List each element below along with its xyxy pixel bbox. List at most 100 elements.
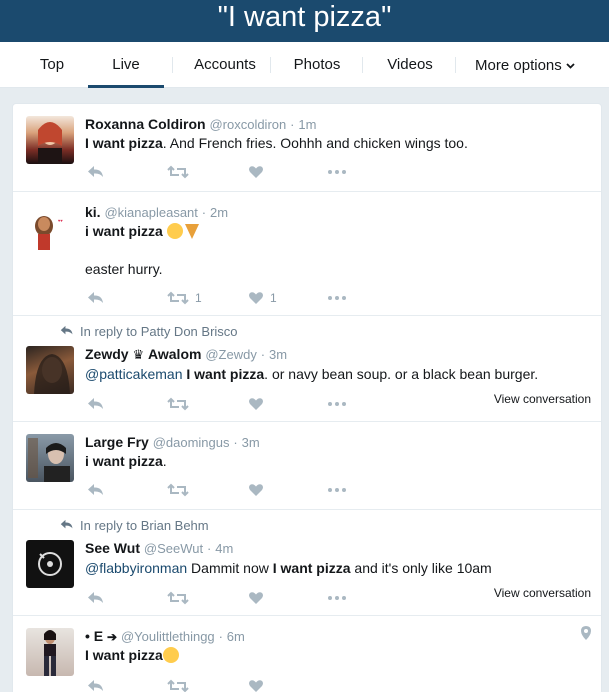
more-icon[interactable]: [327, 588, 347, 606]
avatar[interactable]: [26, 116, 74, 164]
more-icon[interactable]: [327, 480, 347, 498]
like-icon[interactable]: [248, 162, 264, 180]
tab-live[interactable]: Live: [88, 42, 164, 88]
reply-icon: [60, 518, 76, 533]
timestamp[interactable]: 1m: [298, 117, 316, 132]
user-handle[interactable]: @Youlittlethingg: [121, 629, 215, 644]
tweet-header: See Wut @SeeWut · 4m: [85, 540, 233, 556]
location-pin-icon[interactable]: [581, 626, 591, 645]
user-name[interactable]: Zewdy: [85, 346, 129, 362]
timestamp[interactable]: 3m: [269, 347, 287, 362]
user-name-suffix[interactable]: Awalom: [148, 346, 201, 362]
reply-context[interactable]: In reply to Brian Behm: [60, 518, 209, 533]
avatar[interactable]: [26, 628, 74, 676]
timestamp[interactable]: 6m: [227, 629, 245, 644]
user-name[interactable]: Large Fry: [85, 434, 149, 450]
user-name[interactable]: Roxanna Coldiron: [85, 116, 206, 132]
user-name[interactable]: See Wut: [85, 540, 140, 556]
avatar[interactable]: [26, 434, 74, 482]
more-icon[interactable]: [327, 162, 347, 180]
avatar[interactable]: [26, 346, 74, 394]
reply-icon[interactable]: [87, 676, 105, 692]
tab-divider: [270, 57, 271, 73]
tab-accounts[interactable]: Accounts: [180, 42, 270, 88]
tweet[interactable]: In reply to Patty Don Brisco Zewdy ♛ Awa…: [13, 316, 601, 422]
tweet-text: @patticakeman I want pizza. or navy bean…: [85, 365, 538, 384]
tweet-text-pre: Dammit now: [191, 560, 269, 576]
reply-icon[interactable]: [87, 588, 105, 606]
search-title: "I want pizza": [217, 1, 392, 33]
retweet-icon[interactable]: [167, 394, 189, 412]
view-conversation-link[interactable]: View conversation: [494, 392, 591, 406]
tweet[interactable]: Large Fry @daomingus · 3m i want pizza.: [13, 422, 601, 510]
retweet-icon[interactable]: [167, 588, 189, 606]
tweet-text-rest: and it's only like 10am: [354, 560, 492, 576]
separator-dot: ·: [201, 205, 207, 220]
tab-photos[interactable]: Photos: [278, 42, 356, 88]
tweet-actions: [85, 162, 385, 182]
tweet-actions: 1 1: [85, 288, 385, 308]
reply-icon[interactable]: [87, 480, 105, 498]
tab-top[interactable]: Top: [24, 42, 80, 88]
tab-divider: [172, 57, 173, 73]
avatar[interactable]: ♥♥: [26, 206, 74, 254]
crown-icon: ♛: [132, 347, 145, 362]
user-handle[interactable]: @kianapleasant: [104, 205, 197, 220]
user-name[interactable]: • E: [85, 628, 103, 644]
reply-context[interactable]: In reply to Patty Don Brisco: [60, 324, 238, 339]
tab-top-label: Top: [39, 56, 65, 73]
more-icon[interactable]: [327, 288, 347, 306]
like-icon[interactable]: [248, 394, 264, 412]
tweet-header: ki. @kianapleasant · 2m: [85, 204, 228, 220]
tweet-header: Large Fry @daomingus · 3m: [85, 434, 260, 450]
reply-icon[interactable]: [87, 162, 105, 180]
tweet-text: i want pizza.: [85, 452, 167, 471]
timestamp[interactable]: 4m: [215, 541, 233, 556]
tweet[interactable]: • E ➔ @Youlittlethingg · 6m I want pizza: [13, 616, 601, 692]
view-conversation-link[interactable]: View conversation: [494, 586, 591, 600]
tab-divider: [362, 57, 363, 73]
mention-link[interactable]: @flabbyironman: [85, 560, 187, 576]
mention-link[interactable]: @patticakeman: [85, 366, 182, 382]
more-icon[interactable]: [327, 394, 347, 412]
timestamp[interactable]: 3m: [242, 435, 260, 450]
user-handle[interactable]: @roxcoldiron: [209, 117, 286, 132]
avatar[interactable]: [26, 540, 74, 588]
reply-icon[interactable]: [87, 288, 105, 306]
tweet[interactable]: ♥♥ ki. @kianapleasant · 2m i want pizza …: [13, 192, 601, 316]
retweet-icon[interactable]: [167, 676, 189, 692]
tweet-header: • E ➔ @Youlittlethingg · 6m: [85, 628, 245, 644]
pizza-emoji-icon: [184, 224, 199, 239]
like-icon[interactable]: [248, 676, 264, 692]
user-handle[interactable]: @SeeWut: [144, 541, 203, 556]
reply-icon[interactable]: [87, 394, 105, 412]
like-icon[interactable]: [248, 480, 264, 498]
tab-more-options-label: More options: [475, 57, 562, 74]
reply-to-label: In reply to Brian Behm: [80, 518, 209, 533]
tweet-text-rest: . or navy bean soup. or a black bean bur…: [264, 366, 539, 382]
tweet-actions: [85, 676, 385, 692]
like-icon[interactable]: 1: [248, 288, 277, 306]
tab-videos[interactable]: Videos: [372, 42, 448, 88]
user-handle[interactable]: @Zewdy: [205, 347, 257, 362]
reply-to-label: In reply to Patty Don Brisco: [80, 324, 238, 339]
keyword-highlight: I want pizza: [85, 647, 163, 663]
user-name[interactable]: ki.: [85, 204, 101, 220]
separator-dot: ·: [233, 435, 238, 450]
tweet-actions: [85, 480, 385, 500]
user-handle[interactable]: @daomingus: [153, 435, 230, 450]
tweet-actions: [85, 588, 385, 608]
tweet[interactable]: Roxanna Coldiron @roxcoldiron · 1m I wan…: [13, 104, 601, 192]
like-icon[interactable]: [248, 588, 264, 606]
timestamp[interactable]: 2m: [210, 205, 228, 220]
keyword-highlight: I want pizza: [186, 366, 265, 382]
tweet[interactable]: In reply to Brian Behm See Wut @SeeWut ·…: [13, 510, 601, 616]
like-count: 1: [270, 290, 277, 305]
tweet-text: I want pizza. And French fries. Oohhh an…: [85, 134, 468, 153]
retweet-icon[interactable]: [167, 162, 189, 180]
tab-more-options[interactable]: More options: [470, 42, 580, 88]
tweet-text: I want pizza: [85, 646, 179, 665]
retweet-icon[interactable]: 1: [167, 288, 202, 306]
retweet-icon[interactable]: [167, 480, 189, 498]
tab-videos-label: Videos: [387, 56, 433, 73]
